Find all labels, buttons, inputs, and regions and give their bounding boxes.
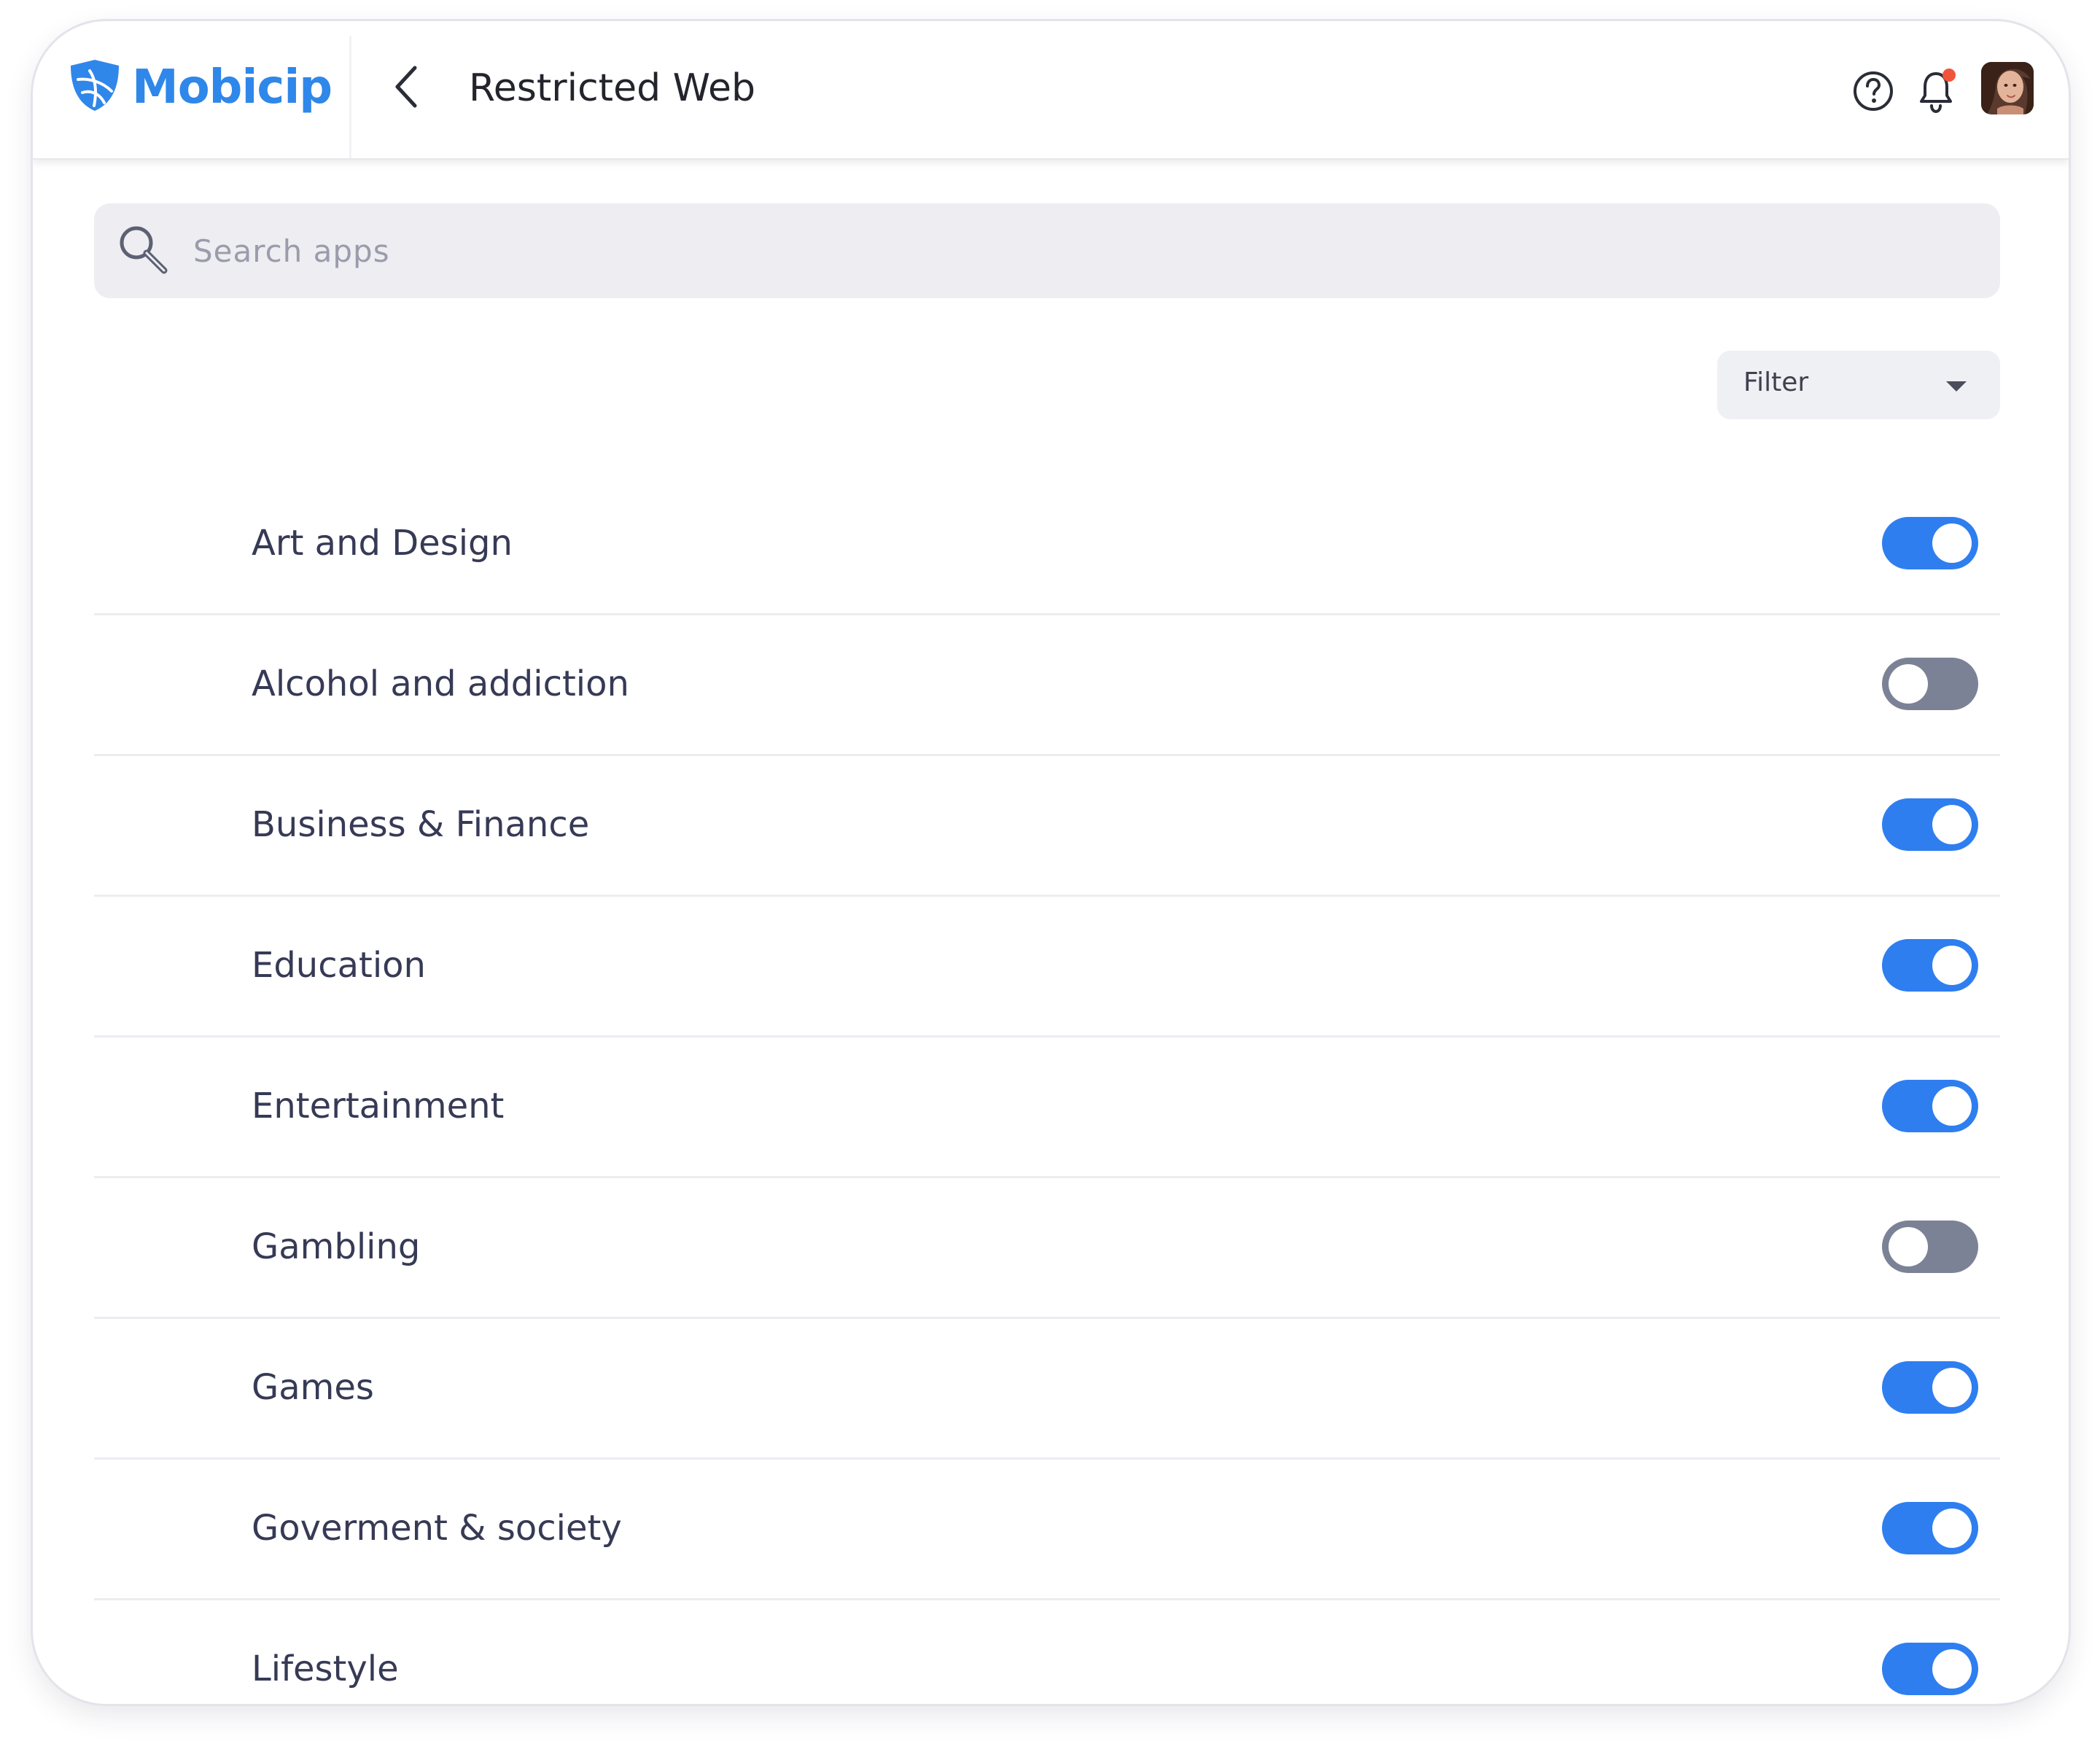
question-circle-icon — [1851, 71, 1895, 116]
category-row: Education — [94, 897, 2000, 1038]
category-row: Gambling — [94, 1178, 2000, 1319]
category-toggle[interactable] — [1882, 1361, 1978, 1414]
category-toggle[interactable] — [1882, 798, 1978, 851]
caret-down-icon — [1945, 380, 1968, 397]
category-toggle[interactable] — [1882, 1502, 1978, 1554]
category-row: Business & Finance — [94, 756, 2000, 897]
logo-text: Mobicip — [132, 60, 332, 114]
category-label: Education — [252, 945, 426, 986]
toggle-knob — [1889, 664, 1928, 704]
category-label: Goverment & society — [252, 1508, 622, 1549]
toggle-knob — [1932, 523, 1972, 563]
toggle-knob — [1932, 1086, 1972, 1126]
category-toggle[interactable] — [1882, 939, 1978, 992]
category-label: Alcohol and addiction — [252, 663, 629, 704]
toggle-knob — [1932, 1509, 1972, 1548]
page-title: Restricted Web — [469, 66, 755, 110]
search-input[interactable] — [192, 232, 1945, 270]
category-label: Business & Finance — [252, 804, 590, 845]
category-list: Art and Design Alcohol and addiction Busin… — [94, 475, 2000, 1704]
search-bar[interactable] — [94, 203, 2000, 298]
back-button[interactable] — [377, 59, 435, 117]
help-button[interactable] — [1851, 69, 1895, 113]
filter-dropdown[interactable]: Filter — [1717, 351, 2000, 419]
toggle-knob — [1932, 1368, 1972, 1407]
category-toggle[interactable] — [1882, 658, 1978, 710]
category-toggle[interactable] — [1882, 1080, 1978, 1132]
category-row: Goverment & society — [94, 1460, 2000, 1600]
category-toggle[interactable] — [1882, 1221, 1978, 1273]
category-toggle[interactable] — [1882, 1643, 1978, 1695]
category-label: Games — [252, 1367, 374, 1408]
category-row: Art and Design — [94, 475, 2000, 615]
category-label: Art and Design — [252, 523, 513, 564]
filter-label: Filter — [1743, 367, 1809, 397]
header-divider — [349, 36, 351, 158]
toggle-knob — [1932, 1649, 1972, 1689]
category-toggle[interactable] — [1882, 517, 1978, 569]
mobicip-logo[interactable]: Mobicip — [68, 58, 332, 117]
toggle-knob — [1932, 946, 1972, 985]
category-row: Entertainment — [94, 1038, 2000, 1178]
category-row: Lifestyle — [94, 1600, 2000, 1704]
chevron-left-icon — [392, 64, 421, 113]
app-window: Mobicip Restricted Web Search apps Filte… — [31, 19, 2071, 1706]
mobicip-shield-icon — [68, 58, 122, 117]
category-label: Lifestyle — [252, 1648, 399, 1689]
top-header: Mobicip Restricted Web — [33, 21, 2069, 160]
toggle-knob — [1889, 1227, 1928, 1266]
bell-icon — [1916, 69, 1962, 119]
notifications-button[interactable] — [1916, 66, 1962, 116]
user-avatar[interactable] — [1981, 62, 2034, 114]
category-row: Alcohol and addiction — [94, 615, 2000, 756]
toggle-knob — [1932, 805, 1972, 844]
category-label: Entertainment — [252, 1086, 505, 1126]
category-label: Gambling — [252, 1226, 421, 1267]
search-icon — [94, 222, 170, 280]
category-row: Games — [94, 1319, 2000, 1460]
